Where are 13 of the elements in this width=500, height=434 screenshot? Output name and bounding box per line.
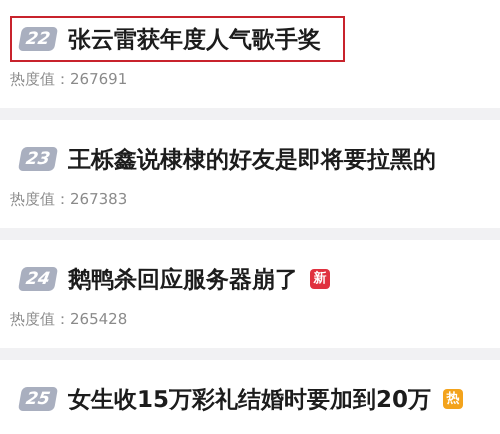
headline-link[interactable]: 王栎鑫说棣棣的好友是即将要拉黑的	[68, 144, 436, 174]
heat-value: 热度值：267691	[10, 70, 128, 89]
headline-link[interactable]: 鹅鸭杀回应服务器崩了	[68, 264, 298, 294]
headline-link[interactable]: 女生收15万彩礼结婚时要加到20万	[68, 384, 432, 414]
rank-badge: 23	[18, 147, 58, 171]
heat-value: 热度值：265428	[10, 310, 128, 329]
rank-badge: 24	[18, 267, 58, 291]
heat-value: 热度值：267383	[10, 190, 128, 209]
tag-badge: 热	[443, 389, 464, 409]
tag-badge: 新	[310, 269, 330, 289]
rank-badge: 25	[18, 387, 58, 411]
rank-badge: 22	[18, 27, 58, 51]
headline-link[interactable]: 张云雷获年度人气歌手奖	[68, 24, 321, 54]
